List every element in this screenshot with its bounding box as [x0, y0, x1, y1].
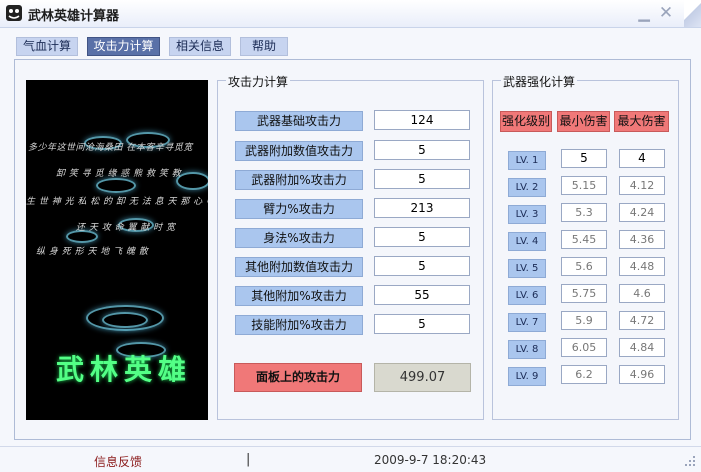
- splash-image: 多少年这世间沧海桑田 在本客辛寻觅宽 卸 笑 寻 觅 缘 惑 熊 救 笑 教 生…: [26, 80, 208, 420]
- status-separator: |: [246, 452, 251, 467]
- level-label: LV. 6: [508, 286, 546, 305]
- attack-row-label: 臂力%攻击力: [235, 199, 363, 219]
- weapon-percent-attack-input[interactable]: 5: [374, 169, 470, 189]
- level-label: LV. 8: [508, 340, 546, 359]
- attack-row-label: 其他附加数值攻击力: [235, 257, 363, 277]
- max-damage-cell: 4.96: [619, 365, 665, 384]
- max-damage-cell: 4.48: [619, 257, 665, 276]
- tab-related-info[interactable]: 相关信息: [169, 37, 231, 56]
- attack-row-label: 武器附加%攻击力: [235, 170, 363, 190]
- max-damage-cell: 4.24: [619, 203, 665, 222]
- max-damage-cell: 4.72: [619, 311, 665, 330]
- skill-percent-attack-input[interactable]: 5: [374, 314, 470, 334]
- panel-attack-label: 面板上的攻击力: [234, 363, 362, 392]
- poem-line: 还 天 攻 命 翼 献 时 宽: [76, 223, 176, 233]
- attack-group-title: 攻击力计算: [226, 73, 291, 90]
- max-damage-input[interactable]: 4: [619, 149, 665, 168]
- agility-attack-input[interactable]: 5: [374, 227, 470, 247]
- weapon-group-title: 武器强化计算: [501, 73, 578, 90]
- min-damage-cell: 5.3: [561, 203, 607, 222]
- strength-attack-input[interactable]: 213: [374, 198, 470, 218]
- max-damage-cell: 4.36: [619, 230, 665, 249]
- feedback-link[interactable]: 信息反馈: [94, 453, 142, 470]
- status-datetime: 2009-9-7 18:20:43: [374, 453, 487, 467]
- attack-row-label: 身法%攻击力: [235, 228, 363, 248]
- level-label: LV. 2: [508, 178, 546, 197]
- close-icon[interactable]: ✕: [656, 4, 676, 22]
- level-label: LV. 5: [508, 259, 546, 278]
- attack-row-label: 武器附加数值攻击力: [235, 141, 363, 161]
- glow-ring: [102, 312, 148, 328]
- max-damage-cell: 4.6: [619, 284, 665, 303]
- status-bar: 信息反馈 | 2009-9-7 18:20:43: [0, 446, 701, 472]
- weapon-base-attack-input[interactable]: 124: [374, 110, 470, 130]
- poem-line: 卸 笑 寻 觅 缘 惑 熊 救 笑 教: [56, 169, 182, 179]
- min-damage-cell: 5.45: [561, 230, 607, 249]
- attack-row-label: 其他附加%攻击力: [235, 286, 363, 306]
- header-min-damage: 最小伤害: [557, 111, 610, 132]
- min-damage-cell: 5.75: [561, 284, 607, 303]
- level-label: LV. 3: [508, 205, 546, 224]
- min-damage-cell: 5.6: [561, 257, 607, 276]
- tab-attack-calc[interactable]: 攻击力计算: [87, 37, 160, 56]
- min-damage-cell: 6.05: [561, 338, 607, 357]
- poem-line: 生 世 神 光 私 松 的 卸 无 法 息 天 那 心 中 的 积: [26, 197, 208, 207]
- level-label: LV. 1: [508, 151, 546, 170]
- app-window: 武林英雄计算器 ▁ ✕ 气血计算 攻击力计算 相关信息 帮助 多少年这世间沧海桑…: [0, 0, 701, 472]
- other-percent-attack-input[interactable]: 55: [374, 285, 470, 305]
- app-icon: [6, 5, 22, 21]
- weapon-flat-attack-input[interactable]: 5: [374, 140, 470, 160]
- header-enhance-level: 强化级别: [500, 111, 552, 132]
- glow-ring: [96, 178, 136, 193]
- attack-row-label: 武器基础攻击力: [235, 111, 363, 131]
- other-flat-attack-input[interactable]: 5: [374, 256, 470, 276]
- attack-row-label: 技能附加%攻击力: [235, 315, 363, 335]
- title-bar[interactable]: 武林英雄计算器 ▁ ✕: [0, 0, 701, 28]
- resize-grip-icon[interactable]: [683, 454, 697, 468]
- title-corner-decoration: [684, 0, 701, 27]
- min-damage-cell: 6.2: [561, 365, 607, 384]
- min-damage-cell: 5.9: [561, 311, 607, 330]
- panel-attack-value: 499.07: [374, 363, 471, 392]
- max-damage-cell: 4.12: [619, 176, 665, 195]
- max-damage-cell: 4.84: [619, 338, 665, 357]
- poem-line: 纵 身 死 形 天 地 飞 魄 散: [36, 247, 149, 257]
- minimize-icon[interactable]: ▁: [634, 4, 654, 22]
- poem-line: 多少年这世间沧海桑田 在本客辛寻觅宽: [28, 143, 193, 153]
- level-label: LV. 9: [508, 367, 546, 386]
- min-damage-cell: 5.15: [561, 176, 607, 195]
- header-max-damage: 最大伤害: [614, 111, 669, 132]
- tab-hp-calc[interactable]: 气血计算: [16, 37, 78, 56]
- level-label: LV. 7: [508, 313, 546, 332]
- level-label: LV. 4: [508, 232, 546, 251]
- min-damage-input[interactable]: 5: [561, 149, 607, 168]
- game-logo: 武林英雄: [56, 353, 193, 386]
- tab-help[interactable]: 帮助: [240, 37, 288, 56]
- window-title: 武林英雄计算器: [28, 9, 120, 24]
